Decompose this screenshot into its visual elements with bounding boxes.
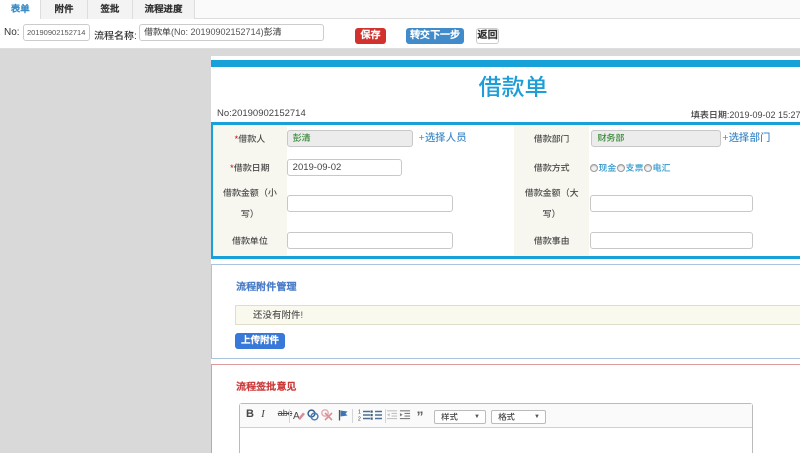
svg-text:A: A bbox=[293, 411, 300, 421]
svg-text:1: 1 bbox=[358, 410, 361, 416]
svg-text:2: 2 bbox=[358, 417, 361, 422]
